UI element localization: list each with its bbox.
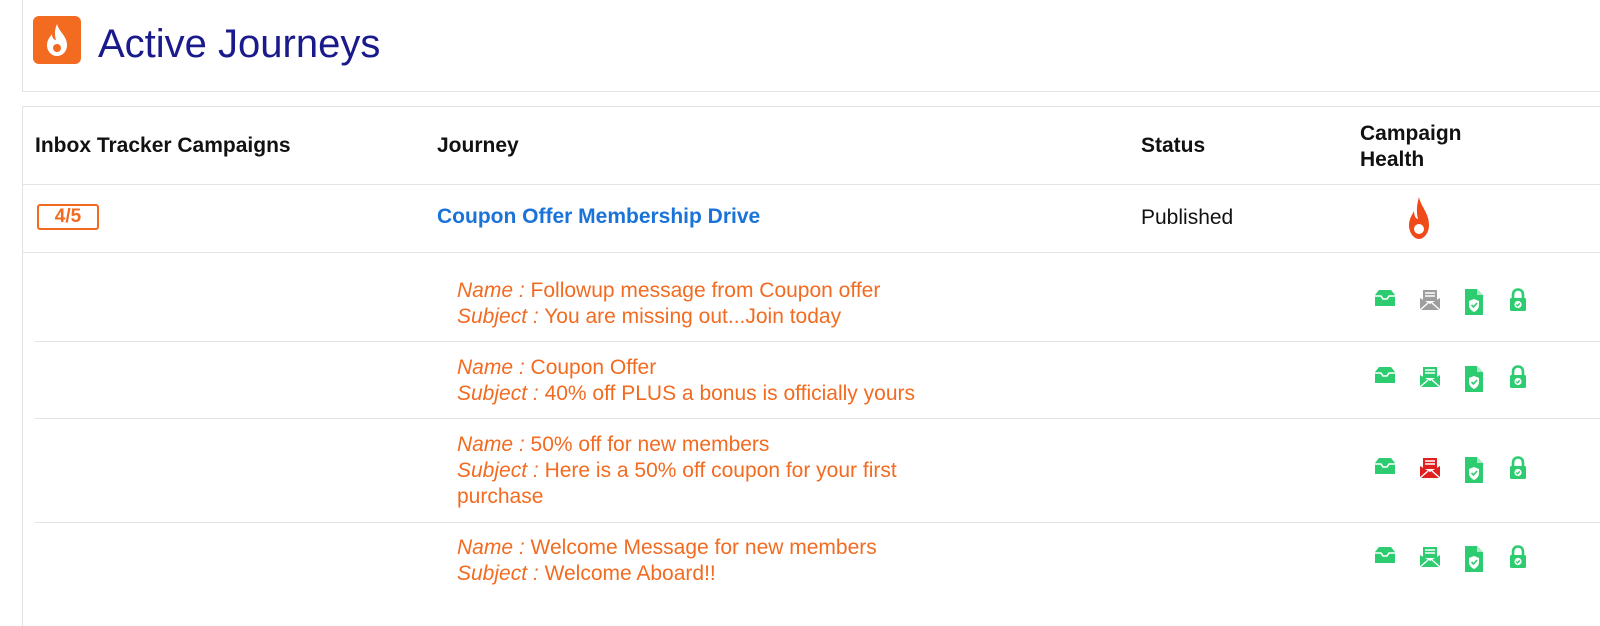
inbox-icon[interactable] xyxy=(1373,365,1418,391)
page-title: Active Journeys xyxy=(98,22,381,66)
flame-logo-icon xyxy=(33,16,81,64)
message-text: Name : 50% off for new members Subject :… xyxy=(457,432,957,510)
document-check-icon[interactable] xyxy=(1463,365,1508,392)
name-label: Name : xyxy=(457,536,525,559)
column-header-health-line1: Campaign xyxy=(1360,122,1462,145)
lock-icon[interactable] xyxy=(1508,288,1553,314)
message-subject: Welcome Aboard!! xyxy=(544,562,716,585)
message-subject: You are missing out...Join today xyxy=(544,305,842,328)
message-text: Name : Welcome Message for new members S… xyxy=(457,535,1017,587)
health-icons xyxy=(1373,365,1553,392)
document-check-icon[interactable] xyxy=(1463,545,1508,572)
inbox-icon[interactable] xyxy=(1373,288,1418,314)
name-label: Name : xyxy=(457,433,525,456)
journey-status: Published xyxy=(1141,206,1234,229)
subject-label: Subject : xyxy=(457,382,539,405)
subject-label: Subject : xyxy=(457,459,539,482)
lock-icon[interactable] xyxy=(1508,456,1553,482)
inbox-tracker-badge[interactable]: 4/5 xyxy=(37,204,99,230)
health-icons xyxy=(1373,545,1553,572)
lock-icon[interactable] xyxy=(1508,365,1553,391)
message-text: Name : Coupon Offer Subject : 40% off PL… xyxy=(457,355,1017,407)
envelope-icon[interactable] xyxy=(1418,288,1463,314)
document-check-icon[interactable] xyxy=(1463,456,1508,483)
journey-link[interactable]: Coupon Offer Membership Drive xyxy=(437,205,760,229)
inbox-icon[interactable] xyxy=(1373,545,1418,571)
name-label: Name : xyxy=(457,356,525,379)
message-name: Coupon Offer xyxy=(530,356,657,379)
column-header-health: Campaign Health xyxy=(1360,121,1462,173)
envelope-icon[interactable] xyxy=(1418,365,1463,391)
document-check-icon[interactable] xyxy=(1463,288,1508,315)
lock-icon[interactable] xyxy=(1508,545,1553,571)
health-icons xyxy=(1373,288,1553,315)
column-header-health-line2: Health xyxy=(1360,148,1425,171)
message-text: Name : Followup message from Coupon offe… xyxy=(457,278,1017,330)
flame-icon xyxy=(1406,195,1432,246)
subject-label: Subject : xyxy=(457,305,539,328)
health-icons xyxy=(1373,456,1553,483)
message-name: Welcome Message for new members xyxy=(530,536,877,559)
row-divider xyxy=(35,522,1600,523)
subject-label: Subject : xyxy=(457,562,539,585)
row-divider xyxy=(35,341,1600,342)
column-header-journey: Journey xyxy=(437,134,519,157)
message-name: Followup message from Coupon offer xyxy=(530,279,881,302)
envelope-icon[interactable] xyxy=(1418,456,1463,482)
name-label: Name : xyxy=(457,279,525,302)
message-name: 50% off for new members xyxy=(530,433,770,456)
inbox-icon[interactable] xyxy=(1373,456,1418,482)
header-divider xyxy=(23,184,1600,185)
envelope-icon[interactable] xyxy=(1418,545,1463,571)
journeys-table: Inbox Tracker Campaigns Journey Status C… xyxy=(22,106,1600,626)
column-header-campaigns: Inbox Tracker Campaigns xyxy=(35,134,291,157)
row-divider xyxy=(23,252,1600,253)
message-subject: 40% off PLUS a bonus is officially yours xyxy=(544,382,915,405)
row-divider xyxy=(35,418,1600,419)
column-header-status: Status xyxy=(1141,134,1206,157)
